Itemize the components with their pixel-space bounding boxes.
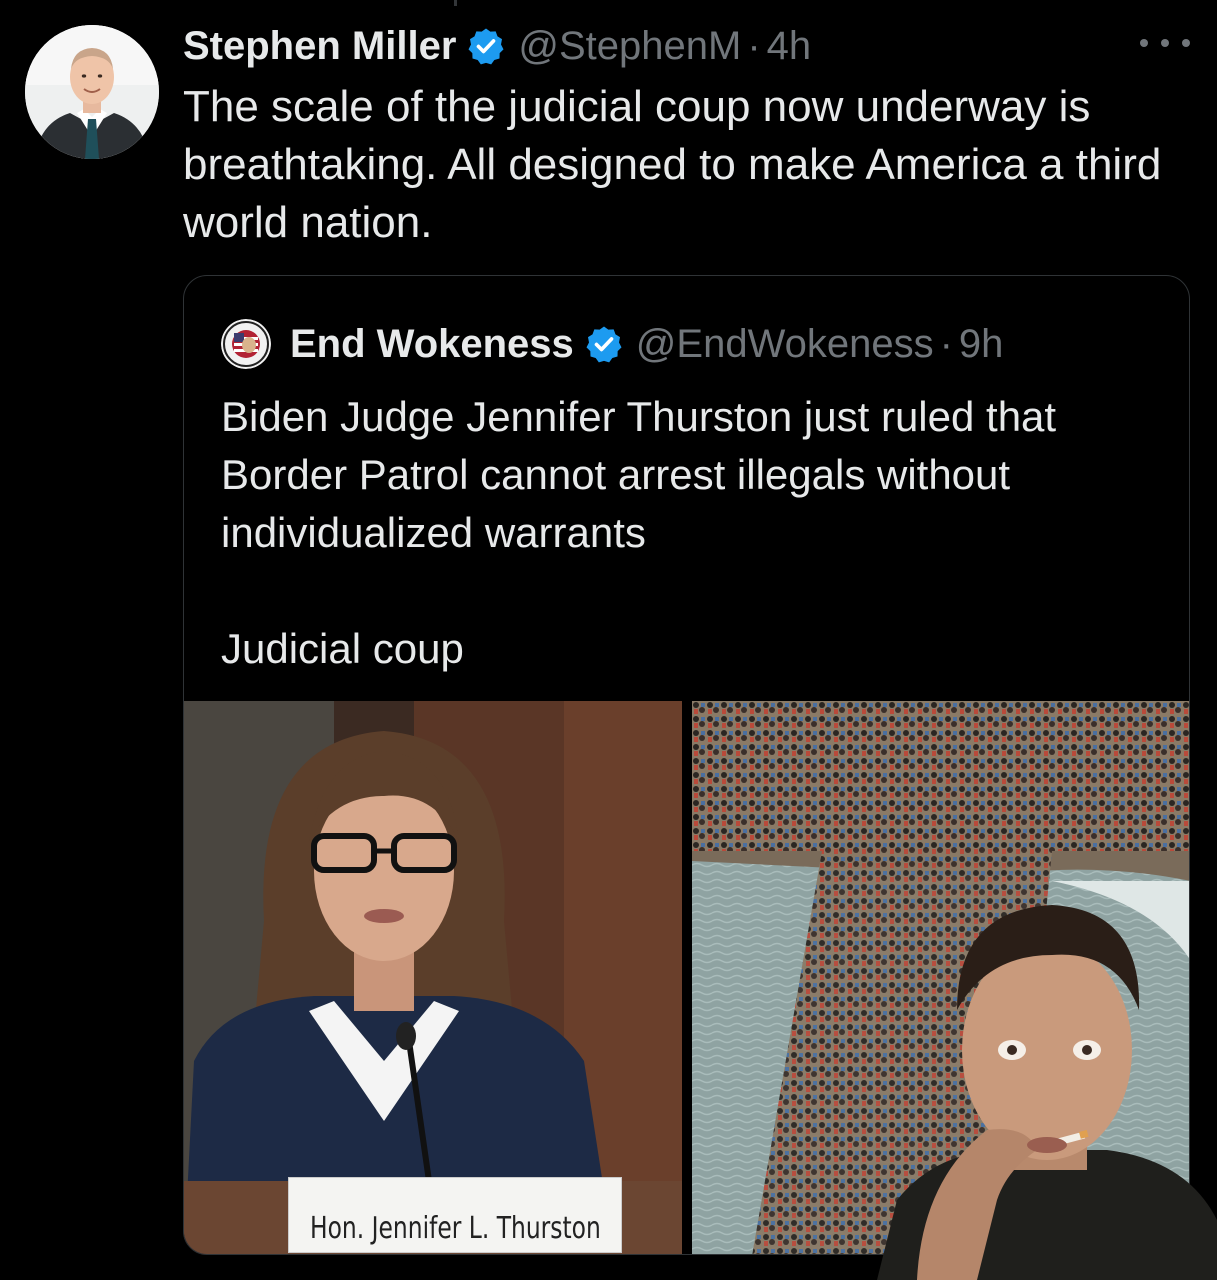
quoted-tweet-text: Biden Judge Jennifer Thurston just ruled… [221, 393, 1057, 672]
tweet-text: The scale of the judicial coup now under… [183, 82, 1162, 247]
meta-separator: · [939, 321, 953, 366]
quoted-author-name[interactable]: End Wokeness [290, 322, 574, 367]
quoted-author-handle[interactable]: @EndWokeness [636, 322, 934, 367]
quoted-author-avatar[interactable] [221, 319, 271, 369]
verified-badge-icon[interactable] [584, 324, 624, 364]
author-avatar[interactable] [25, 25, 159, 159]
quoted-tweet-timestamp[interactable]: 9h [959, 322, 1004, 367]
media-image-judge[interactable]: Hon. Jennifer L. Thurston [184, 701, 682, 1254]
author-handle[interactable]: @StephenM [518, 24, 741, 69]
nameplate-text: Hon. Jennifer L. Thurston [309, 1211, 601, 1246]
quoted-tweet-header: End Wokeness @EndWokeness · 9h [221, 316, 1003, 372]
author-name[interactable]: Stephen Miller [183, 24, 456, 69]
meme-overlay-image [877, 900, 1217, 1280]
tweet-timestamp[interactable]: 4h [767, 24, 812, 69]
nameplate: Hon. Jennifer L. Thurston [288, 1177, 622, 1253]
thread-connector-line [454, 0, 457, 6]
verified-badge-icon[interactable] [466, 26, 506, 66]
meta-separator: · [747, 23, 761, 68]
more-options-icon[interactable] [1140, 28, 1190, 58]
tweet-header: Stephen Miller @StephenM · 4h [183, 18, 811, 74]
